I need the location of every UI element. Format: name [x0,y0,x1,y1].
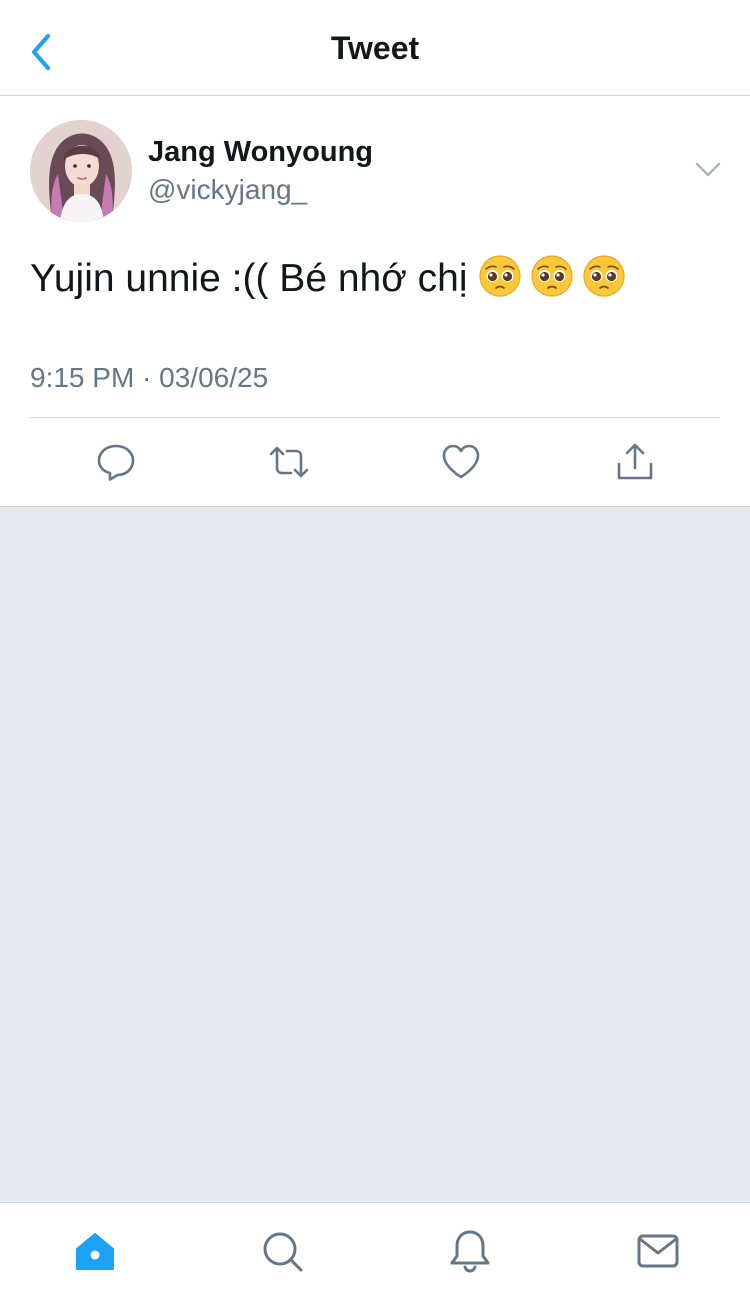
pleading-face-emoji [530,255,573,297]
tweet-options-button[interactable] [692,158,724,182]
messages-icon [637,1234,679,1268]
tab-messages[interactable] [634,1227,682,1275]
pleading-face-emoji [478,255,521,297]
bottom-tab-bar [0,1202,750,1302]
like-button[interactable] [439,440,483,484]
chevron-down-icon [695,162,721,177]
tab-notifications[interactable] [446,1227,494,1275]
notifications-icon [450,1230,490,1273]
emoji-group [478,254,634,308]
retweet-button[interactable] [267,440,311,484]
share-icon [617,443,653,480]
like-icon [442,444,480,479]
page-title: Tweet [330,30,420,66]
tweet-timestamp: 9:15 PM · 03/06/25 [30,362,269,393]
share-button[interactable] [613,440,657,484]
author-name[interactable]: Jang Wonyoung [148,136,373,169]
tweet-text: Yujin unnie :(( Bé nhớ chị [30,257,468,300]
tab-search[interactable] [258,1227,306,1275]
avatar-image [30,120,132,222]
reply-button[interactable] [94,440,138,484]
avatar[interactable] [30,120,132,222]
top-nav-bar: Tweet [0,0,750,96]
app-root: Tweet Jang Wonyoung @vickyjang_ Yujin un… [0,0,750,1302]
tweet-body: Yujin unnie :(( Bé nhớ chị [30,254,634,308]
divider [30,417,720,418]
author-handle[interactable]: @vickyjang_ [148,174,307,206]
search-icon [263,1232,303,1272]
retweet-icon [269,446,309,478]
reply-icon [97,444,135,481]
tweet-card: Jang Wonyoung @vickyjang_ Yujin unnie :(… [0,96,750,507]
home-icon [76,1233,114,1270]
content-background [0,507,750,1202]
pleading-face-emoji [582,255,625,297]
tab-home[interactable] [71,1227,119,1275]
